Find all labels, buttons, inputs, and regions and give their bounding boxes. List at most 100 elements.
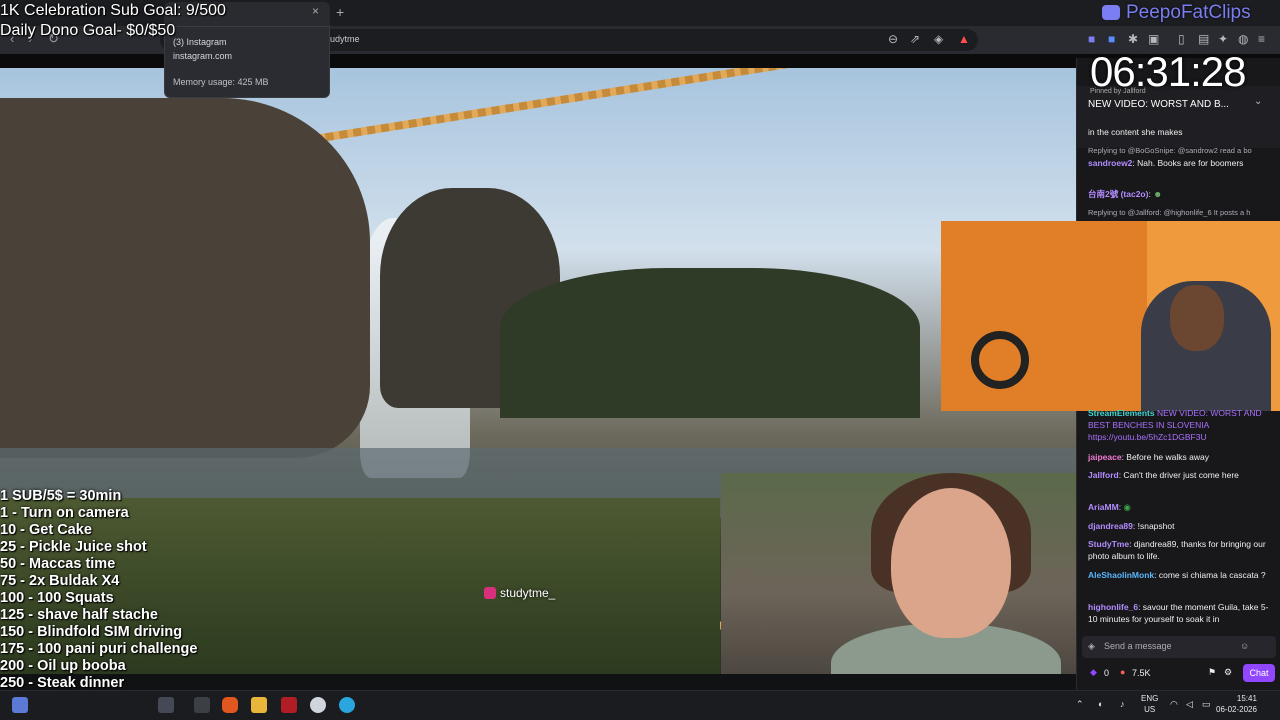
webcam-steering-wheel [971,331,1029,389]
pip-face [891,488,1011,638]
chat-username[interactable]: StudyTme [1088,539,1129,549]
goal-item: 1 - Turn on camera [0,505,129,521]
rewards-icon[interactable]: ▲ [958,32,970,46]
goal-item: 25 - Pickle Juice shot [0,539,147,555]
language-indicator[interactable]: ENG US [1141,693,1158,715]
emote-picker-icon[interactable]: ☺ [1240,641,1249,651]
emote-icon: ◉ [1123,502,1131,512]
goal-item: 1 SUB/5$ = 30min [0,488,122,504]
chat-reply: Replying to @BoGoSnipe: @sandrow2 read a… [1088,146,1252,155]
wifi-icon[interactable]: ◠ [1170,699,1178,710]
share-icon[interactable]: ⇗ [910,32,920,46]
chat-username[interactable]: AleShaolinMonk [1088,570,1154,580]
goal-item: 150 - Blindfold SIM driving [0,624,183,640]
task-view-icon[interactable] [194,697,210,713]
goal-item: 125 - shave half stache [0,607,158,623]
stream-clock: 06:31:28 [1090,48,1246,95]
screen: × + ‹ › ↻ udytme ⊖ ⇗ ◈ ▲ ■ ■ ✱ ▣ ▯ ▤ ✦ ◍… [0,0,1280,720]
points-count: 0 [1104,668,1110,678]
chat-message: jaipeace: Before he walks away [1088,452,1209,462]
leo-icon[interactable]: ✦ [1218,32,1228,46]
goal-item: 50 - Maccas time [0,556,116,572]
goal-item: 10 - Get Cake [0,522,92,538]
tray-overflow-icon[interactable]: ⌃ [1076,699,1084,710]
file-explorer-icon[interactable] [251,697,267,713]
app-icon[interactable] [281,697,297,713]
chat-username[interactable]: 台南2號 (tac2o) [1088,189,1148,199]
chat-username[interactable]: jaipeace [1088,452,1122,462]
webcam-head [1170,285,1224,351]
chat-username[interactable]: highonlife_6 [1088,602,1138,612]
address-text[interactable]: udytme [330,34,360,44]
sidebar-icon[interactable]: ▯ [1178,32,1185,46]
chat-send-button[interactable]: Chat [1243,664,1275,682]
taskbar [0,690,1280,720]
clock-tray[interactable]: 15:41 06-02-2026 [1216,693,1257,715]
instagram-handle: studytme_ [484,586,555,600]
tools-icon[interactable]: ⚑ [1208,667,1216,678]
chat-message: StreamElements NEW VIDEO: WORST AND BEST… [1088,408,1262,442]
tabs-icon[interactable]: ▤ [1198,32,1209,46]
emote-icon: ☻ [1153,189,1163,199]
instagram-icon [484,587,496,599]
dono-goal-text: Daily Dono Goal- $0/$50 [0,22,176,39]
chat-message: djandrea89: !snapshot [1088,521,1175,531]
tray-icon[interactable]: ◐ [1098,699,1103,709]
chat-username[interactable]: AriaMM [1088,502,1119,512]
microphone-icon[interactable]: ♪ [1120,699,1125,709]
chat-message: Jallford: Can't the driver just come her… [1088,470,1239,480]
tab-hover-card: (3) Instagram instagram.com Memory usage… [164,26,330,98]
tree-line [500,268,920,418]
cliff-left [0,98,370,458]
app-icon[interactable] [339,697,355,713]
picture-in-picture [721,473,1076,674]
chat-reply: Replying to @Jallford: @highonlife_6 It … [1088,208,1251,217]
chat-username[interactable]: sandroew2 [1088,158,1132,168]
brand-watermark: PeepoFatClips [1102,2,1251,24]
chat-message: in the content she makes [1088,127,1183,137]
bits-icon[interactable]: ◈ [1088,641,1095,652]
points-icon[interactable]: ◆ [1090,667,1097,678]
extension-icon[interactable]: ■ [1108,32,1115,46]
brand-text: PeepoFatClips [1126,2,1251,23]
goal-item: 100 - 100 Squats [0,590,114,606]
instagram-handle-text: studytme_ [500,586,556,600]
tab-close-icon[interactable]: × [312,4,319,18]
tooltip-host: instagram.com [173,51,233,61]
chat-username[interactable]: Jallford [1088,470,1119,480]
volume-icon[interactable]: ◁ [1186,699,1193,710]
brave-icon[interactable] [222,697,238,713]
lang-top: ENG [1141,694,1159,703]
pinned-title: NEW VIDEO: WORST AND B... [1088,99,1229,110]
chat-message: sandroew2: Nah. Books are for boomers [1088,158,1244,168]
chevron-down-icon[interactable]: ⌄ [1254,96,1262,107]
discord-icon [1102,5,1120,20]
battery-icon[interactable]: ▭ [1202,699,1211,710]
viewer-count: 7.5K [1132,668,1151,678]
puzzle-icon[interactable]: ✱ [1128,32,1138,46]
tooltip-title: (3) Instagram [173,37,227,47]
chat-message: AleShaolinMonk: come si chiama la cascat… [1088,570,1266,580]
media-icon[interactable]: ▣ [1148,32,1159,46]
goal-item: 200 - Oil up booba [0,658,126,674]
sub-goal-text: 1K Celebration Sub Goal: 9/500 [0,2,226,19]
zoom-icon[interactable]: ⊖ [888,32,898,46]
menu-icon[interactable]: ≡ [1258,32,1265,46]
shield-icon[interactable]: ◈ [934,32,943,46]
chat-message: 台南2號 (tac2o): ☻ [1088,189,1163,199]
obs-icon[interactable] [310,697,326,713]
chat-message: highonlife_6: savour the moment Guila, t… [1088,602,1269,624]
chat-username[interactable]: StreamElements [1088,408,1155,418]
vpn-icon[interactable]: ◍ [1238,32,1248,46]
search-icon[interactable] [158,697,174,713]
extension-icon[interactable]: ■ [1088,32,1095,46]
chat-username[interactable]: djandrea89 [1088,521,1133,531]
start-icon[interactable] [12,697,28,713]
streamer-webcam [941,221,1280,411]
lang-bottom: US [1144,705,1156,714]
tooltip-memory: Memory usage: 425 MB [173,77,269,87]
new-tab-icon[interactable]: + [336,4,344,20]
chat-message: AriaMM: ◉ [1088,502,1131,512]
sub-goals-list: 1 SUB/5$ = 30min 1 - Turn on camera 10 - G… [0,488,197,709]
settings-icon[interactable]: ⚙ [1224,667,1232,678]
